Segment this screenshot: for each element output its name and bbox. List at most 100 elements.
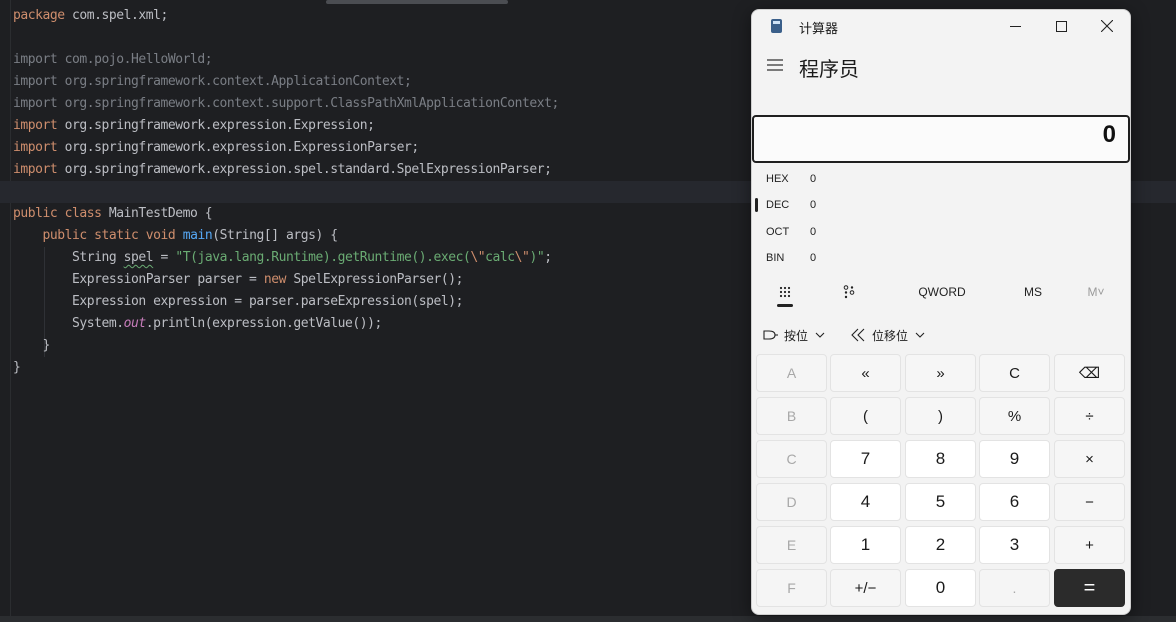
selected-radix-indicator	[755, 198, 758, 212]
minimize-button[interactable]	[992, 10, 1038, 42]
code-token: =	[153, 250, 176, 265]
radix-label: HEX	[766, 173, 789, 185]
equals-button[interactable]: =	[1054, 569, 1125, 607]
code-token: import	[13, 140, 58, 155]
negate-button[interactable]: +/−	[830, 569, 901, 607]
hex-a-button[interactable]: A	[756, 354, 827, 392]
digit-6-button[interactable]: 6	[979, 483, 1050, 521]
status-strip	[0, 616, 1176, 622]
radix-row-bin[interactable]: BIN 0	[752, 246, 1130, 272]
maximize-button[interactable]	[1038, 10, 1084, 42]
code-line[interactable]: Expression expression = parser.parseExpr…	[13, 291, 559, 313]
code-line[interactable]	[13, 27, 559, 49]
close-button[interactable]	[1084, 10, 1130, 42]
code-token: new	[263, 272, 287, 287]
calculator-window[interactable]: 计算器 程序员 0 HEX 0 DEC 0 OCT 0 BIN 0 QWORD MS	[751, 9, 1131, 615]
modulo-button[interactable]: %	[979, 397, 1050, 435]
code-line[interactable]: import org.springframework.expression.sp…	[13, 159, 559, 181]
code-line[interactable]: ExpressionParser parser = new SpelExpres…	[13, 269, 559, 291]
code-token: main	[182, 228, 213, 243]
divide-button[interactable]: ÷	[1054, 397, 1125, 435]
logic-gate-icon	[763, 330, 778, 340]
subtract-button[interactable]: −	[1054, 483, 1125, 521]
radix-row-dec[interactable]: DEC 0	[752, 193, 1130, 219]
title-bar[interactable]: 计算器	[752, 10, 1130, 42]
bitwise-dropdown[interactable]: 按位	[763, 324, 825, 346]
code-token: (String[] args) {	[212, 228, 338, 243]
clear-button[interactable]: C	[979, 354, 1050, 392]
hex-f-button[interactable]: F	[756, 569, 827, 607]
bit-shift-icon	[851, 328, 865, 342]
code-line[interactable]: import org.springframework.expression.Ex…	[13, 115, 559, 137]
bitshift-label: 位移位	[872, 328, 909, 343]
code-token: SpelExpressionParser();	[285, 272, 463, 287]
backspace-button[interactable]: ⌫	[1054, 354, 1125, 392]
hex-b-button[interactable]: B	[756, 397, 827, 435]
hex-d-button[interactable]: D	[756, 483, 827, 521]
code-line[interactable]: }	[13, 357, 559, 379]
code-line[interactable]: }	[13, 335, 559, 357]
code-token: import org.springframework.context.suppo…	[13, 96, 559, 111]
digit-8-button[interactable]: 8	[905, 440, 976, 478]
code-token: \"	[470, 250, 486, 265]
multiply-button[interactable]: ×	[1054, 440, 1125, 478]
chevron-down-icon	[815, 332, 825, 338]
full-keypad-tab[interactable]	[774, 282, 796, 302]
radix-row-oct[interactable]: OCT 0	[752, 220, 1130, 246]
window-title: 计算器	[799, 21, 839, 36]
code-token: import com.pojo.HelloWorld;	[13, 52, 213, 67]
decimal-button[interactable]: .	[979, 569, 1050, 607]
code-line[interactable]	[13, 181, 559, 203]
bit-toggle-keypad-tab[interactable]	[838, 282, 860, 302]
code-line[interactable]: import org.springframework.expression.Ex…	[13, 137, 559, 159]
source-code[interactable]: package com.spel.xml; import com.pojo.Hel…	[13, 5, 559, 379]
hamburger-icon	[767, 59, 783, 71]
code-token: \"	[514, 250, 530, 265]
digit-1-button[interactable]: 1	[830, 526, 901, 564]
digit-2-button[interactable]: 2	[905, 526, 976, 564]
word-size-button[interactable]: QWORD	[912, 282, 972, 302]
radix-row-hex[interactable]: HEX 0	[752, 167, 1130, 193]
memory-menu-button[interactable]: M˅	[1082, 282, 1110, 302]
add-button[interactable]: +	[1054, 526, 1125, 564]
code-line[interactable]: public static void main(String[] args) {	[13, 225, 559, 247]
code-token: String	[13, 250, 124, 265]
code-line[interactable]: System.out.println(expression.getValue()…	[13, 313, 559, 335]
code-token: com.spel.xml;	[64, 8, 168, 23]
mode-title: 程序员	[799, 59, 859, 81]
digit-0-button[interactable]: 0	[905, 569, 976, 607]
left-shift-button[interactable]: «	[830, 354, 901, 392]
navigation-menu-button[interactable]	[764, 54, 786, 76]
radix-value: 0	[810, 252, 817, 264]
code-token: import	[13, 118, 58, 133]
hex-e-button[interactable]: E	[756, 526, 827, 564]
code-line[interactable]: String spel = "T(java.lang.Runtime).getR…	[13, 247, 559, 269]
code-line[interactable]: import org.springframework.context.suppo…	[13, 93, 559, 115]
digit-4-button[interactable]: 4	[830, 483, 901, 521]
digit-7-button[interactable]: 7	[830, 440, 901, 478]
right-shift-button[interactable]: »	[905, 354, 976, 392]
memory-store-button[interactable]: MS	[1017, 282, 1049, 302]
code-token: import	[13, 162, 58, 177]
code-line[interactable]: import com.pojo.HelloWorld;	[13, 49, 559, 71]
hex-c-button[interactable]: C	[756, 440, 827, 478]
calculator-app-icon	[771, 19, 782, 33]
digit-9-button[interactable]: 9	[979, 440, 1050, 478]
open-paren-button[interactable]: (	[830, 397, 901, 435]
minimize-icon	[1009, 25, 1021, 27]
radix-label: OCT	[766, 226, 790, 238]
code-line[interactable]: package com.spel.xml;	[13, 5, 559, 27]
code-token: }	[13, 338, 51, 353]
close-paren-button[interactable]: )	[905, 397, 976, 435]
digit-5-button[interactable]: 5	[905, 483, 976, 521]
digit-3-button[interactable]: 3	[979, 526, 1050, 564]
code-line[interactable]: public class MainTestDemo {	[13, 203, 559, 225]
radix-value: 0	[810, 173, 817, 185]
display-value: 0	[1102, 121, 1116, 148]
code-line[interactable]: import org.springframework.context.Appli…	[13, 71, 559, 93]
horizontal-scrollbar-thumb[interactable]	[326, 0, 508, 4]
bitshift-dropdown[interactable]: 位移位	[850, 324, 925, 346]
radix-value: 0	[810, 226, 817, 238]
